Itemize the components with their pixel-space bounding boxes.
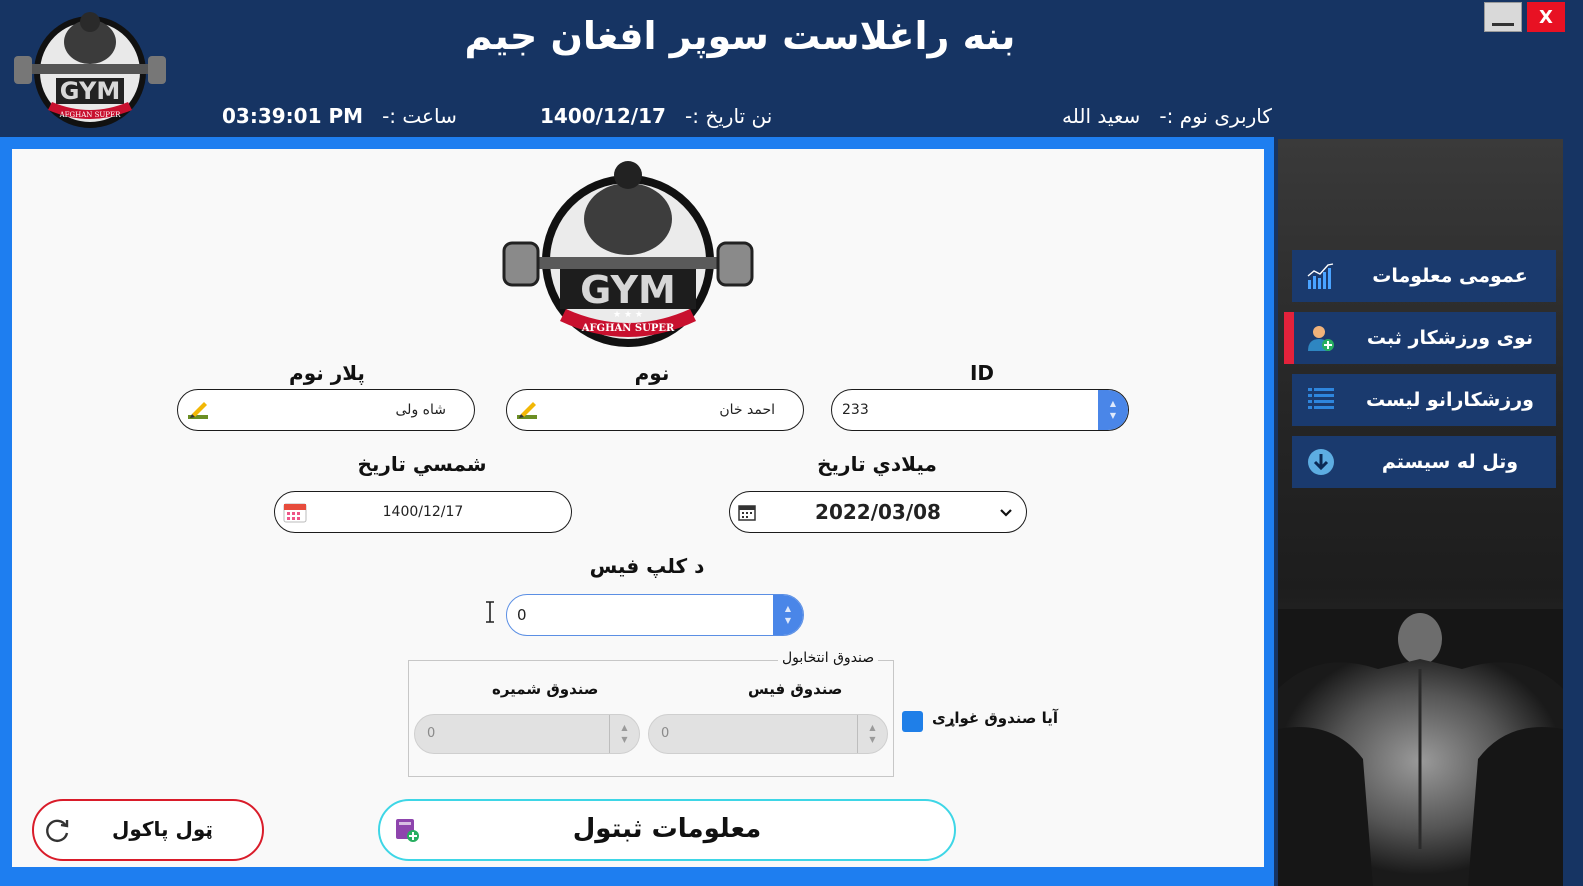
father-name-input[interactable]: شاه ولی [177,389,475,431]
close-button[interactable]: X [1527,2,1565,32]
gregorian-date-picker[interactable]: 2022/03/08 [729,491,1027,533]
shamsi-date-value: 1400/12/17 [382,504,464,520]
sidebar: عمومی معلومات نوی ورزشکار ثبت ورزشکارانو… [1278,139,1563,886]
date-info: 1400/12/17 نن تاریخ :- [540,104,772,128]
chevron-down-icon[interactable] [998,504,1014,520]
locker-fee-input[interactable]: 0 ▲ ▼ [648,714,888,754]
sidebar-item-label: وتل له سیستم [1381,451,1519,473]
club-fee-value: 0 [517,606,527,624]
name-input[interactable]: احمد خان [506,389,804,431]
sidebar-item-general-info[interactable]: عمومی معلومات [1292,250,1556,302]
user-value: سعید الله [1062,104,1141,128]
clear-all-button[interactable]: ټول پاکول [32,799,264,861]
shamsi-date-input[interactable]: 1400/12/17 [274,491,572,533]
gregorian-date-label: میلادي تاریخ [817,452,937,476]
date-label: نن تاریخ :- [685,104,773,128]
minimize-button[interactable] [1484,2,1522,32]
shamsi-date-label: شمسي تاریخ [357,452,487,476]
id-value: 233 [842,402,869,418]
logo-subtext: AFGHAN SUPER [581,323,675,334]
father-name-value: شاه ولی [395,402,446,418]
user-info: سعید الله کاربری نوم :- [1062,104,1272,128]
user-label: کاربری نوم :- [1159,104,1272,128]
gregorian-date-value: 2022/03/08 [815,500,941,524]
sidebar-item-new-athlete[interactable]: نوی ورزشکار ثبت [1284,312,1556,364]
want-locker-label: آیا صندوق غواړی [932,709,1059,727]
name-value: احمد خان [719,402,775,418]
date-value: 1400/12/17 [540,104,666,128]
chart-icon [1307,263,1334,289]
id-label: ID [969,361,995,385]
refresh-icon [46,819,69,842]
club-fee-spinner[interactable]: ▲ ▼ [773,595,803,635]
time-value: 03:39:01 PM [222,104,364,128]
sidebar-item-label: ورزشکارانو لیست [1365,389,1534,411]
app-title: بنه راغلاست سوپر افغان جیم [464,14,1016,58]
sidebar-item-label: نوی ورزشکار ثبت [1366,327,1534,349]
registration-form: GYM ★ ★ ★ AFGHAN SUPER ID نوم پلار نوم 2… [12,149,1264,867]
time-info: 03:39:01 PM ساعت :- [222,104,457,128]
pencil-icon [188,402,208,419]
exit-down-icon [1308,449,1334,475]
clear-all-label: ټول پاکول [112,817,213,841]
locker-number-value: 0 [427,726,436,741]
locker-fee-spinner[interactable]: ▲ ▼ [857,715,887,753]
svg-text:GYM: GYM [60,77,120,105]
locker-number-label: صندوق شمیره [492,680,599,698]
text-cursor-icon [486,601,494,623]
locker-number-input[interactable]: 0 ▲ ▼ [414,714,640,754]
gym-logo: GYM AFGHAN SUPER [14,12,166,128]
id-input[interactable]: 233 ▲ ▼ [831,389,1129,431]
save-info-button[interactable]: معلومات ثبتول [378,799,956,861]
locker-fee-label: صندوق فیس [748,680,843,698]
club-fee-label: د کلپ فیس [589,554,705,578]
gym-logo-large: GYM ★ ★ ★ AFGHAN SUPER [502,161,754,347]
id-spinner[interactable]: ▲ ▼ [1098,390,1128,430]
add-user-icon [1308,326,1334,351]
sidebar-item-athletes-list[interactable]: ورزشکارانو لیست [1292,374,1556,426]
svg-text:AFGHAN SUPER: AFGHAN SUPER [59,111,122,119]
locker-fee-value: 0 [661,726,670,741]
save-info-label: معلومات ثبتول [572,814,762,844]
athlete-background-image [1278,609,1563,886]
locker-number-spinner[interactable]: ▲ ▼ [609,715,639,753]
svg-text:★ ★ ★: ★ ★ ★ [613,310,643,320]
sidebar-item-label: عمومی معلومات [1372,265,1528,287]
minimize-icon [1492,22,1514,26]
club-fee-input[interactable]: 0 ▲ ▼ [506,594,804,636]
pencil-icon [517,402,537,419]
father-name-label: پلار نوم [289,361,365,385]
locker-group-title: صندوق انتخابول [778,650,879,666]
want-locker-checkbox[interactable] [902,711,923,732]
name-label: نوم [634,361,670,385]
sidebar-item-logout[interactable]: وتل له سیستم [1292,436,1556,488]
time-label: ساعت :- [382,104,457,128]
list-icon [1308,388,1334,409]
svg-text:GYM: GYM [580,268,676,312]
